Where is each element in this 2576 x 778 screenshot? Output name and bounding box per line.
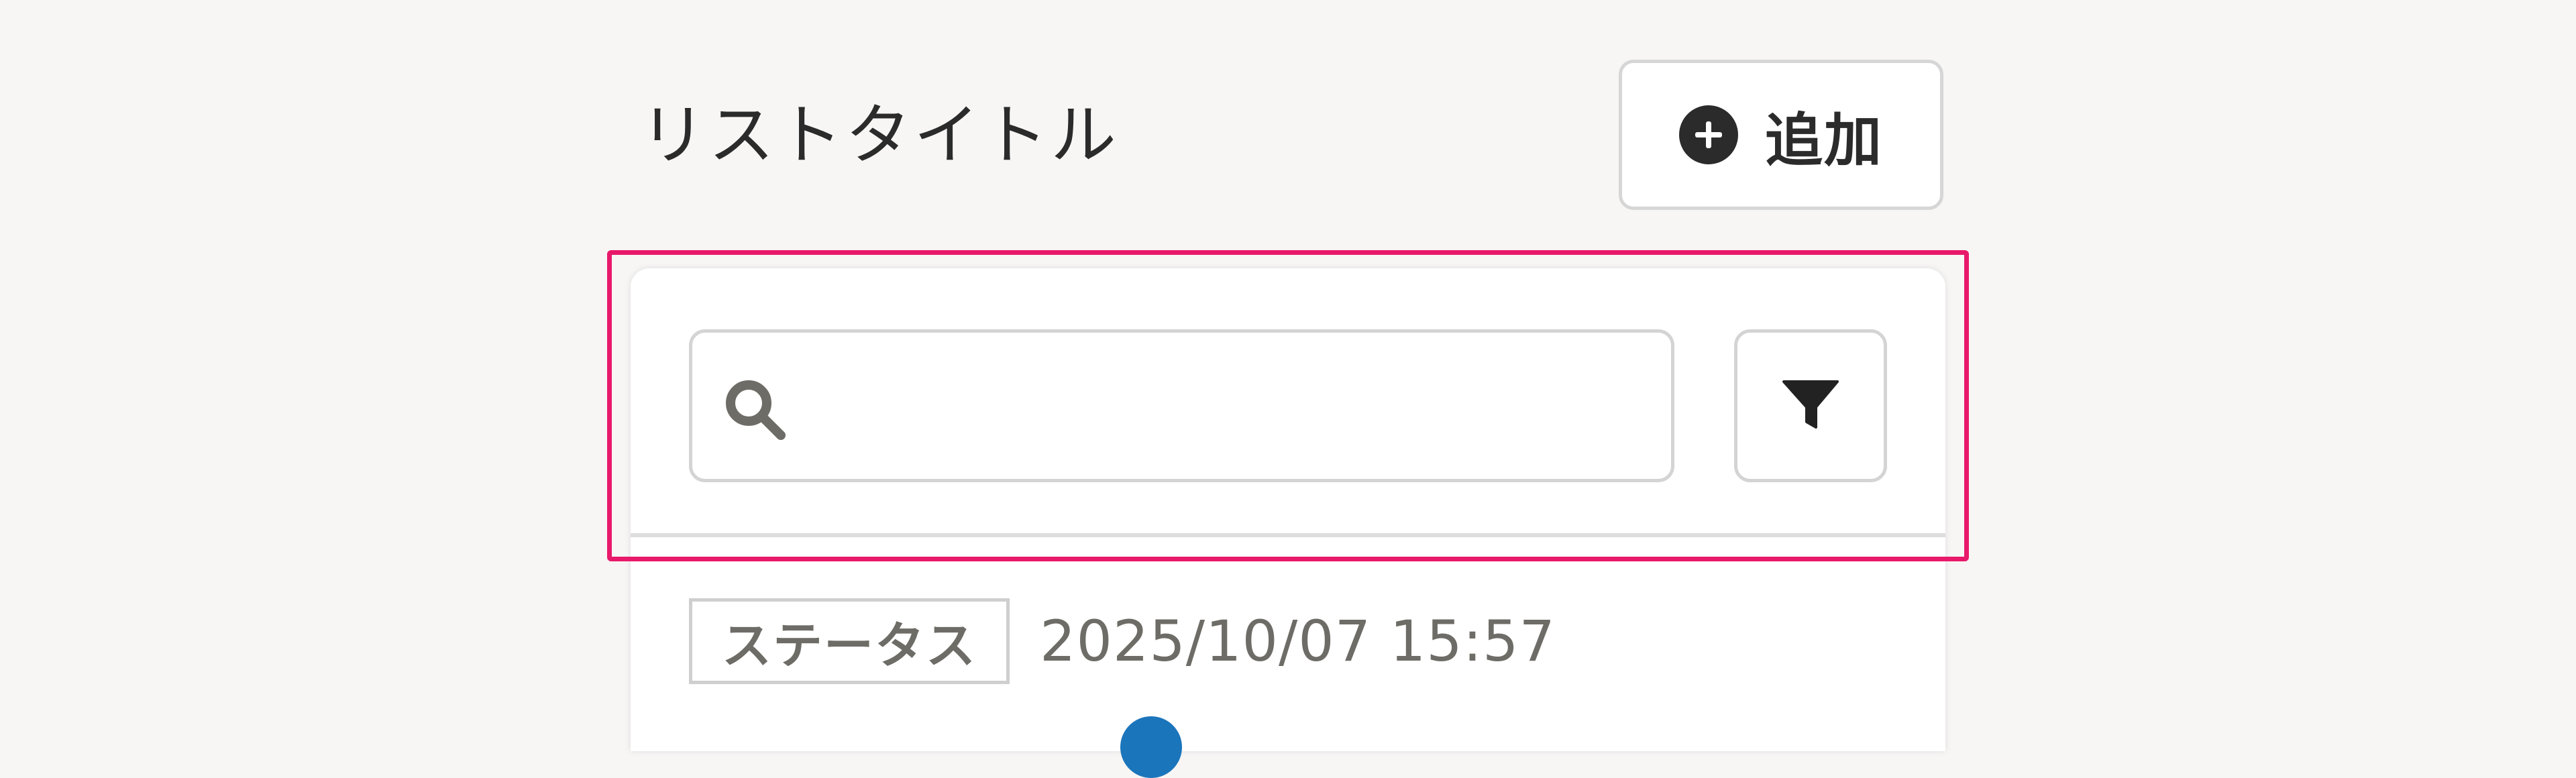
funnel-icon: [1782, 380, 1839, 429]
plus-circle-icon: [1679, 105, 1738, 164]
search-icon: [726, 380, 786, 440]
status-badge: ステータス: [689, 598, 1010, 684]
search-field[interactable]: [689, 329, 1674, 482]
add-button-label: 追加: [1765, 107, 1883, 174]
status-badge-label: ステータス: [722, 616, 977, 675]
filter-button[interactable]: [1734, 329, 1887, 482]
add-button[interactable]: 追加: [1619, 60, 1943, 210]
item-timestamp: 2025/10/07 15:57: [1040, 608, 1556, 674]
page-title: リストタイトル: [640, 97, 1120, 174]
divider: [631, 533, 1945, 537]
avatar: [1120, 716, 1182, 778]
search-input[interactable]: [806, 346, 1645, 467]
